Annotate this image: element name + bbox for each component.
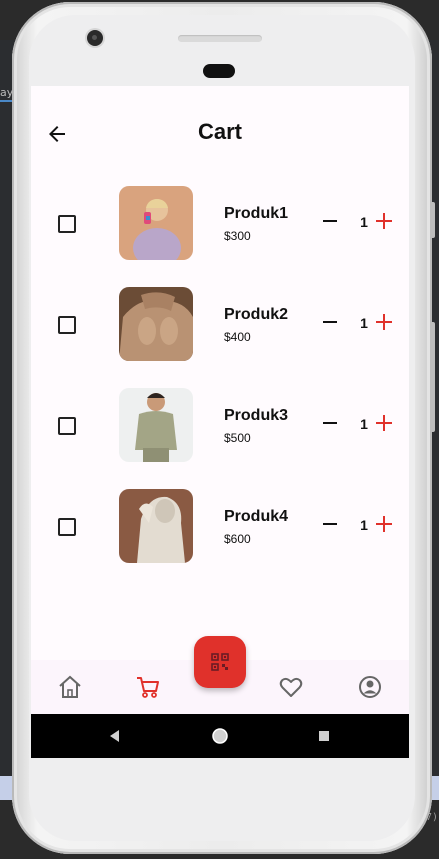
front-camera: [87, 30, 103, 46]
system-home-button[interactable]: [210, 726, 230, 746]
nav-account[interactable]: [357, 674, 383, 700]
app-screen: Cart Produk1 $300 1 Produk2 $400 1 Produ…: [31, 86, 409, 758]
nav-favorites[interactable]: [278, 674, 304, 700]
cart-item: Produk4 $600 1: [31, 485, 409, 586]
item-checkbox[interactable]: [58, 518, 76, 536]
increase-quantity-button[interactable]: [374, 312, 394, 332]
product-name: Produk1: [224, 205, 289, 222]
item-checkbox[interactable]: [58, 316, 76, 334]
recents-square-icon: [319, 731, 329, 741]
product-image: [119, 489, 193, 563]
qr-code-icon: [211, 653, 229, 671]
page-title: Cart: [197, 119, 242, 144]
quantity-value: 1: [360, 416, 368, 432]
cart-item: Produk3 $500 1: [31, 384, 409, 485]
plus-icon: [376, 516, 392, 532]
increase-quantity-button[interactable]: [374, 413, 394, 433]
back-triangle-icon: [110, 730, 119, 742]
home-icon: [59, 675, 81, 698]
cart-item: Produk2 $400 1: [31, 283, 409, 384]
nav-home[interactable]: [57, 674, 83, 700]
product-name: Produk2: [224, 306, 289, 323]
product-name: Produk4: [224, 508, 289, 525]
plus-icon: [376, 213, 392, 229]
heart-icon: [279, 677, 303, 697]
item-checkbox[interactable]: [58, 215, 76, 233]
quantity-value: 1: [360, 214, 368, 230]
power-button: [430, 322, 435, 432]
minus-icon: [323, 220, 337, 222]
system-back-button[interactable]: [105, 726, 125, 746]
product-image: [119, 287, 193, 361]
minus-icon: [323, 321, 337, 323]
system-navigation-bar: [31, 714, 409, 758]
minus-icon: [323, 523, 337, 525]
cart-icon: [137, 677, 159, 698]
increase-quantity-button[interactable]: [374, 514, 394, 534]
home-circle-icon: [212, 728, 228, 744]
plus-icon: [376, 314, 392, 330]
cart-list: Produk1 $300 1 Produk2 $400 1 Produk3 $5…: [31, 182, 409, 586]
product-image: [119, 186, 193, 260]
system-recents-button[interactable]: [314, 726, 334, 746]
plus-icon: [376, 415, 392, 431]
minus-icon: [323, 422, 337, 424]
product-price: $500: [224, 431, 251, 445]
item-checkbox[interactable]: [58, 417, 76, 435]
product-price: $300: [224, 229, 251, 243]
product-price: $400: [224, 330, 251, 344]
app-bar: Cart: [31, 86, 409, 176]
account-icon: [359, 676, 381, 698]
product-name: Produk3: [224, 407, 289, 424]
product-price: $600: [224, 532, 251, 546]
nav-cart[interactable]: [135, 674, 161, 700]
decrease-quantity-button[interactable]: [321, 414, 339, 432]
product-image: [119, 388, 193, 462]
cart-item: Produk1 $300 1: [31, 182, 409, 283]
scan-qr-button[interactable]: [194, 636, 246, 688]
decrease-quantity-button[interactable]: [321, 313, 339, 331]
quantity-value: 1: [360, 517, 368, 533]
top-speaker: [178, 35, 262, 42]
decrease-quantity-button[interactable]: [321, 515, 339, 533]
earpiece: [203, 64, 235, 78]
volume-button: [430, 202, 435, 238]
decrease-quantity-button[interactable]: [321, 212, 339, 230]
increase-quantity-button[interactable]: [374, 211, 394, 231]
quantity-value: 1: [360, 315, 368, 331]
